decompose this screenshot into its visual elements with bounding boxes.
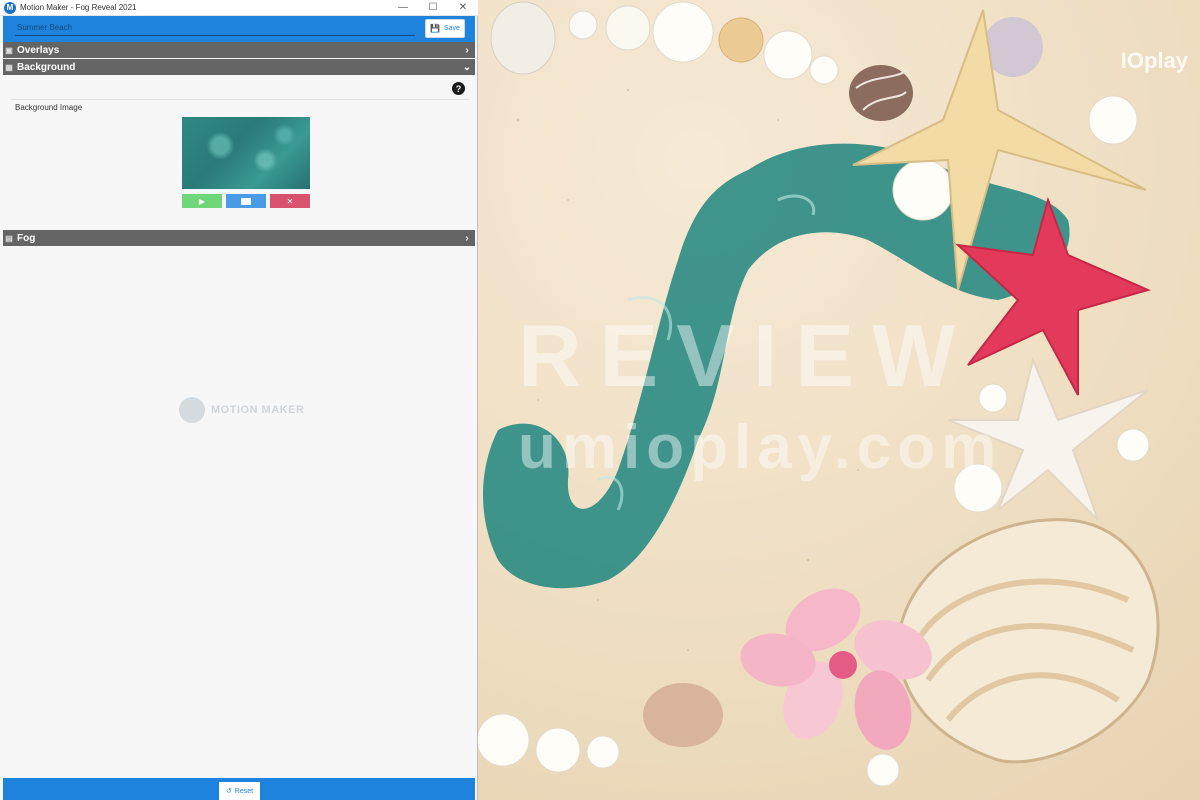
app-logo-icon: M <box>4 1 16 14</box>
empty-panel-area: MOTION MAKER <box>3 246 475 777</box>
save-button[interactable]: 💾 Save <box>425 19 465 38</box>
window-title: Motion Maker - Fog Reveal 2021 <box>20 3 137 12</box>
folder-open-icon <box>241 197 251 205</box>
image-icon: ▦ <box>5 62 13 72</box>
preview-watermark-line1: REVIEW <box>518 306 974 405</box>
play-button[interactable]: ▶ <box>182 194 222 208</box>
background-image-thumbnail[interactable] <box>182 117 310 189</box>
background-panel: ? Background Image ▶ ✕ <box>3 75 475 230</box>
section-header-overlays[interactable]: ▣ Overlays › <box>3 42 475 58</box>
preview-brand-text: IOplay <box>1120 48 1188 73</box>
maximize-icon[interactable]: ☐ <box>418 0 448 16</box>
section-label-background: Background <box>17 61 76 73</box>
fog-icon: ▤ <box>5 233 13 243</box>
project-name-input[interactable] <box>15 20 415 36</box>
undo-icon: ↺ <box>225 788 232 795</box>
save-button-label: Save <box>444 25 460 32</box>
section-label-fog: Fog <box>17 232 36 244</box>
section-header-background[interactable]: ▦ Background ⌄ <box>3 59 475 75</box>
preview-canvas[interactable]: IOplay REVIEW umioplay.com <box>478 0 1200 800</box>
stone-bottom <box>643 683 723 747</box>
scallop-shell <box>896 518 1160 764</box>
floppy-disk-icon: 💾 <box>430 24 440 33</box>
divider <box>11 99 469 100</box>
chevron-right-icon: › <box>465 44 469 56</box>
app-watermark: MOTION MAKER <box>179 397 304 423</box>
close-icon[interactable]: ✕ <box>448 0 478 16</box>
app-watermark-text: MOTION MAKER <box>211 404 305 416</box>
top-toolbar: 💾 Save <box>3 16 475 42</box>
play-icon: ▶ <box>198 196 206 206</box>
open-folder-button[interactable] <box>226 194 266 208</box>
bottom-toolbar: ↺ Reset <box>3 778 475 800</box>
chevron-down-icon: ⌄ <box>462 61 472 73</box>
chevron-right-icon: › <box>465 232 469 244</box>
help-icon[interactable]: ? <box>452 82 465 95</box>
layers-icon: ▣ <box>5 45 13 55</box>
close-icon: ✕ <box>286 196 294 206</box>
app-window: M Motion Maker - Fog Reveal 2021 — ☐ ✕ 💾… <box>0 0 478 800</box>
minimize-icon[interactable]: — <box>388 0 418 16</box>
reset-button[interactable]: ↺ Reset <box>219 782 260 800</box>
preview-watermark-line2: umioplay.com <box>518 413 1003 482</box>
section-header-fog[interactable]: ▤ Fog › <box>3 230 475 246</box>
reset-button-label: Reset <box>234 787 254 795</box>
section-label-overlays: Overlays <box>17 44 60 56</box>
app-watermark-icon <box>179 397 205 423</box>
background-image-label: Background Image <box>15 103 83 112</box>
title-bar: M Motion Maker - Fog Reveal 2021 — ☐ ✕ <box>0 0 478 16</box>
clear-image-button[interactable]: ✕ <box>270 194 310 208</box>
